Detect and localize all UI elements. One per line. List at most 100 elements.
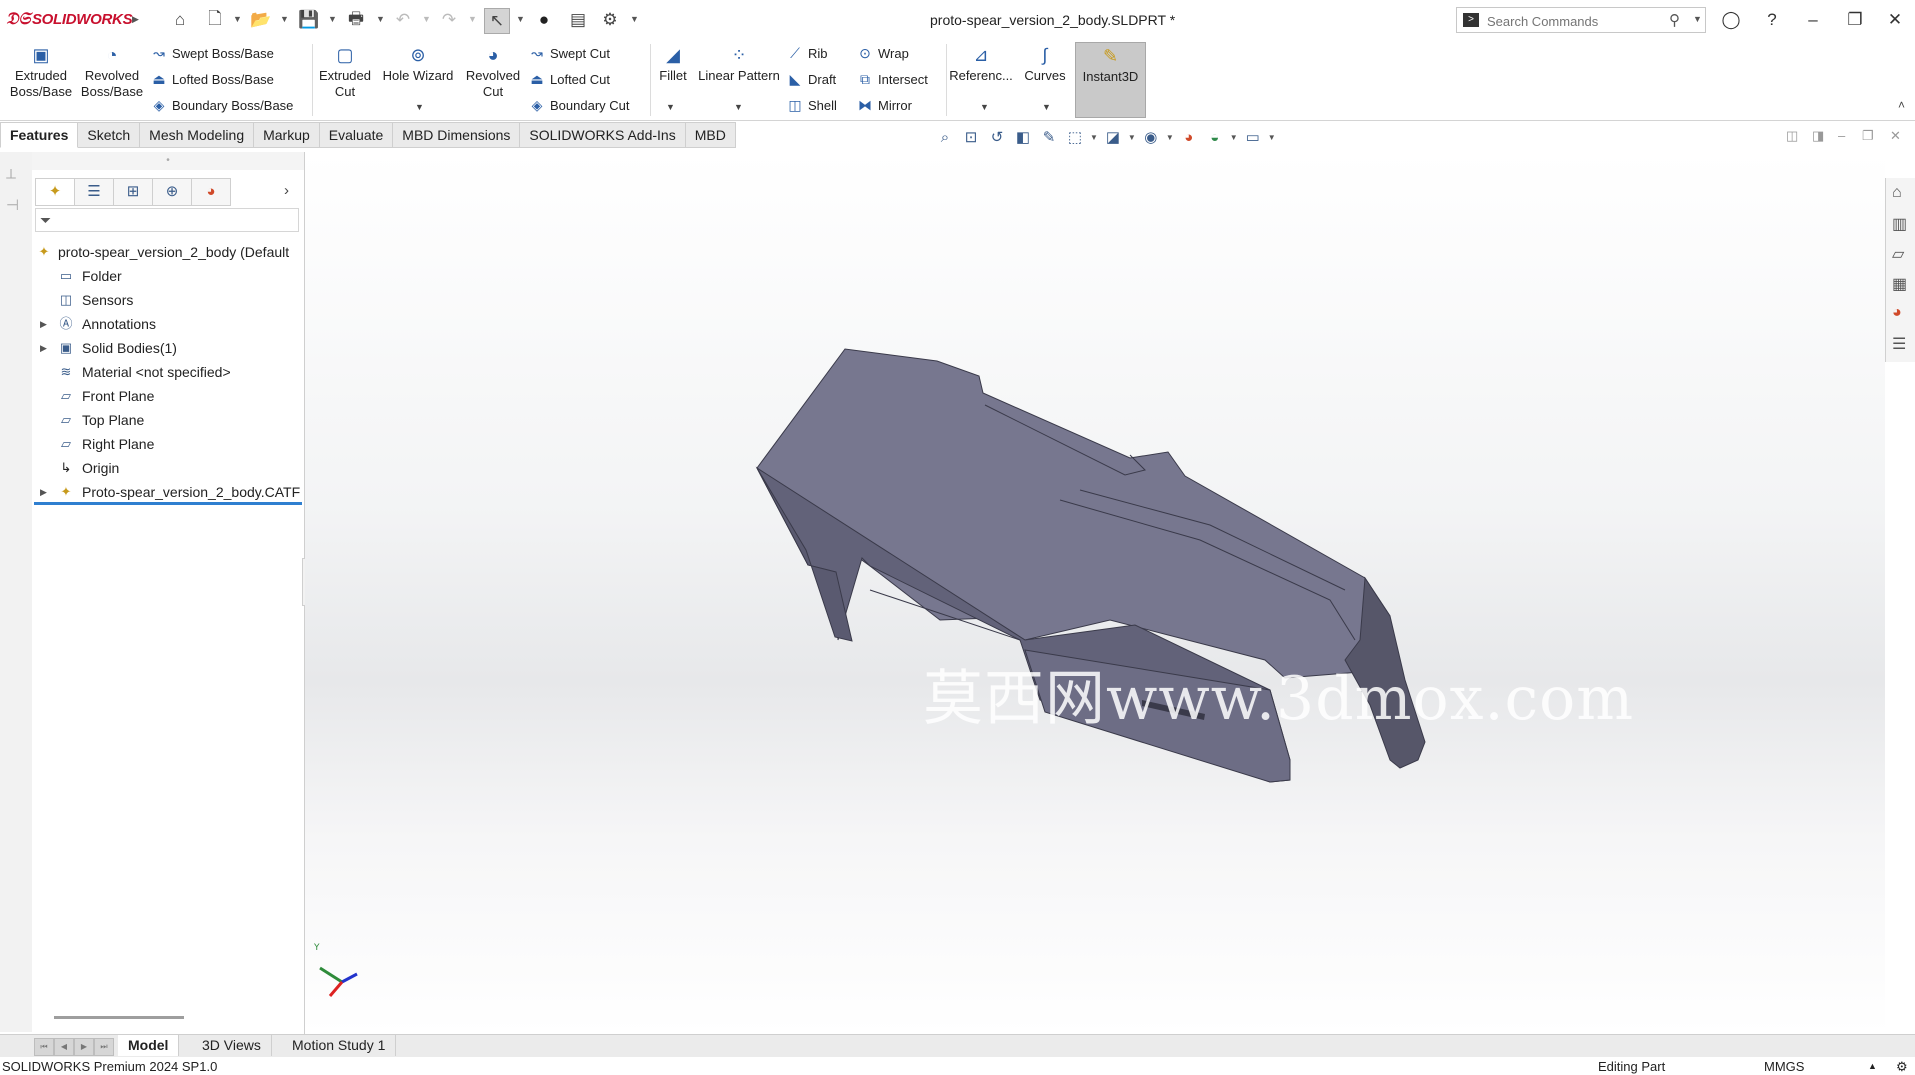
select-dropdown-icon[interactable]: ▼ — [516, 14, 525, 24]
tab-evaluate[interactable]: Evaluate — [319, 122, 394, 148]
unit-system[interactable]: MMGS — [1764, 1059, 1804, 1074]
appearances-icon[interactable]: ◕ — [1892, 304, 1902, 322]
collapse-ribbon-icon[interactable]: ˄ — [1898, 98, 1905, 112]
expand-arrow-icon[interactable]: ▶ — [40, 336, 47, 360]
swept-boss-button[interactable]: ↝ Swept Boss/Base — [150, 43, 274, 63]
instant3d-button[interactable]: ✎ Instant3D — [1075, 42, 1146, 118]
first-tab-arrow-icon[interactable]: ⏮ — [34, 1038, 54, 1056]
fillet-dropdown-icon[interactable]: ▼ — [666, 102, 675, 112]
expand-arrow-icon[interactable]: ▶ — [40, 480, 47, 504]
redo-dropdown-icon[interactable]: ▼ — [468, 14, 477, 24]
new-document-icon[interactable]: 🗋 — [203, 8, 227, 32]
tab-markup[interactable]: Markup — [254, 122, 320, 148]
curves-dropdown-icon[interactable]: ▼ — [1042, 102, 1051, 112]
tree-item-material[interactable]: ≋ Material <not specified> — [32, 360, 304, 384]
tree-item-imported-body[interactable]: ▶ ✦ Proto-spear_version_2_body.CATF — [32, 480, 304, 504]
hole-wizard-button[interactable]: ⊚ Hole Wizard — [378, 44, 458, 84]
dimension-icon[interactable]: ⊣ — [6, 196, 19, 214]
restore-button[interactable]: ❐ — [1842, 8, 1868, 32]
graphics-area[interactable]: 莫西网www.3dmox.com — [305, 152, 1885, 1034]
configuration-manager-tab-icon[interactable]: ⊞ — [114, 178, 153, 206]
tab-motion-study-1[interactable]: Motion Study 1 — [282, 1035, 397, 1056]
linear-pattern-dropdown-icon[interactable]: ▼ — [734, 102, 743, 112]
viewport-restore-icon[interactable]: ❐ — [1862, 128, 1874, 144]
apply-scene-dropdown-icon[interactable]: ▼ — [1230, 128, 1238, 148]
view-settings-dropdown-icon[interactable]: ▼ — [1268, 128, 1276, 148]
lofted-cut-button[interactable]: ⏏ Lofted Cut — [528, 69, 610, 89]
prev-tab-arrow-icon[interactable]: ◀ — [54, 1038, 74, 1056]
more-tabs-chevron-icon[interactable]: › — [284, 182, 289, 199]
home-icon[interactable]: ⌂ — [168, 8, 192, 32]
previous-view-icon[interactable]: ↺ — [986, 128, 1008, 148]
search-input[interactable] — [1485, 11, 1669, 31]
tree-root-part[interactable]: ✦ proto-spear_version_2_body (Default — [32, 240, 304, 264]
apply-scene-icon[interactable]: ◒ — [1204, 128, 1226, 148]
display-style-icon[interactable]: ◪ — [1102, 128, 1124, 148]
units-dropdown-icon[interactable]: ▲ — [1868, 1061, 1877, 1071]
feature-manager-tab-icon[interactable]: ✦ — [35, 178, 75, 206]
display-style-dropdown-icon[interactable]: ▼ — [1128, 128, 1136, 148]
viewport-tile-right-icon[interactable]: ◨ — [1812, 128, 1824, 144]
dynamic-annotation-icon[interactable]: ✎ — [1038, 128, 1060, 148]
tab-mesh-modeling[interactable]: Mesh Modeling — [140, 122, 255, 148]
new-dropdown-icon[interactable]: ▼ — [233, 14, 242, 24]
mirror-button[interactable]: ⧓ Mirror — [856, 95, 912, 115]
help-icon[interactable]: ? — [1759, 8, 1785, 32]
panel-grip[interactable]: • — [32, 152, 304, 170]
quick-tips-icon[interactable]: ⚙ — [1896, 1059, 1908, 1075]
save-icon[interactable]: 💾 — [297, 8, 321, 32]
lofted-boss-button[interactable]: ⏏ Lofted Boss/Base — [150, 69, 274, 89]
tab-model[interactable]: Model — [118, 1035, 180, 1056]
search-commands-box[interactable]: > ⚲ ▼ — [1456, 7, 1706, 33]
view-palette-icon[interactable]: ▦ — [1892, 274, 1907, 294]
sketch-relations-icon[interactable]: ⟂ — [6, 166, 16, 183]
tree-item-right-plane[interactable]: ▱ Right Plane — [32, 432, 304, 456]
reference-geometry-button[interactable]: ⊿ Referenc... — [948, 44, 1014, 84]
linear-pattern-button[interactable]: ⁘ Linear Pattern — [694, 44, 784, 84]
draft-button[interactable]: ◣ Draft — [786, 69, 837, 89]
tab-features[interactable]: Features — [0, 122, 79, 148]
design-library-icon[interactable]: ▥ — [1892, 214, 1907, 234]
shell-button[interactable]: ◫ Shell — [786, 95, 837, 115]
viewport-close-icon[interactable]: ✕ — [1890, 128, 1901, 144]
options-dropdown-icon[interactable]: ▼ — [630, 14, 639, 24]
file-explorer-icon[interactable]: ▱ — [1892, 244, 1904, 264]
user-account-icon[interactable]: ◯ — [1718, 8, 1744, 32]
select-arrow-icon[interactable]: ↖ — [484, 8, 510, 34]
boundary-boss-button[interactable]: ◈ Boundary Boss/Base — [150, 95, 294, 115]
property-manager-tab-icon[interactable]: ☰ — [75, 178, 114, 206]
save-dropdown-icon[interactable]: ▼ — [328, 14, 337, 24]
section-view-icon[interactable]: ◧ — [1012, 128, 1034, 148]
file-properties-icon[interactable]: ▤ — [566, 8, 590, 32]
print-icon[interactable]: 🖶 — [344, 8, 368, 32]
extruded-cut-button[interactable]: ▢ Extruded Cut — [314, 44, 376, 100]
boundary-cut-button[interactable]: ◈ Boundary Cut — [528, 95, 630, 115]
wrap-button[interactable]: ⊙ Wrap — [856, 43, 909, 63]
tree-filter[interactable]: ⏷ — [35, 208, 299, 232]
edit-appearance-icon[interactable]: ◕ — [1178, 128, 1200, 148]
tree-item-folder[interactable]: ▭ Folder — [32, 264, 304, 288]
rollback-bar[interactable] — [34, 502, 302, 505]
hide-show-items-icon[interactable]: ◉ — [1140, 128, 1162, 148]
extruded-boss-button[interactable]: ▣ Extruded Boss/Base — [4, 44, 78, 100]
options-gear-icon[interactable]: ⚙ — [598, 8, 622, 32]
display-manager-tab-icon[interactable]: ◕ — [192, 178, 231, 206]
redo-icon[interactable]: ↷ — [437, 8, 461, 32]
tree-item-top-plane[interactable]: ▱ Top Plane — [32, 408, 304, 432]
rebuild-traffic-light-icon[interactable]: ● — [532, 8, 556, 32]
print-dropdown-icon[interactable]: ▼ — [376, 14, 385, 24]
intersect-button[interactable]: ⧉ Intersect — [856, 69, 928, 89]
curves-button[interactable]: ∫ Curves — [1018, 44, 1072, 84]
tab-mbd[interactable]: MBD — [685, 122, 736, 148]
tree-item-sensors[interactable]: ◫ Sensors — [32, 288, 304, 312]
rib-button[interactable]: ⟋ Rib — [786, 43, 827, 63]
hide-show-dropdown-icon[interactable]: ▼ — [1166, 128, 1174, 148]
viewport-tile-left-icon[interactable]: ◫ — [1786, 128, 1798, 144]
viewport-minimize-icon[interactable]: – — [1838, 128, 1845, 143]
next-tab-arrow-icon[interactable]: ▶ — [74, 1038, 94, 1056]
panel-horizontal-scrollbar[interactable] — [54, 1016, 184, 1019]
revolved-cut-button[interactable]: ◕ Revolved Cut — [460, 44, 526, 100]
expand-arrow-icon[interactable]: ▶ — [40, 312, 47, 336]
fillet-button[interactable]: ◢ Fillet — [652, 44, 694, 84]
reference-dropdown-icon[interactable]: ▼ — [980, 102, 989, 112]
